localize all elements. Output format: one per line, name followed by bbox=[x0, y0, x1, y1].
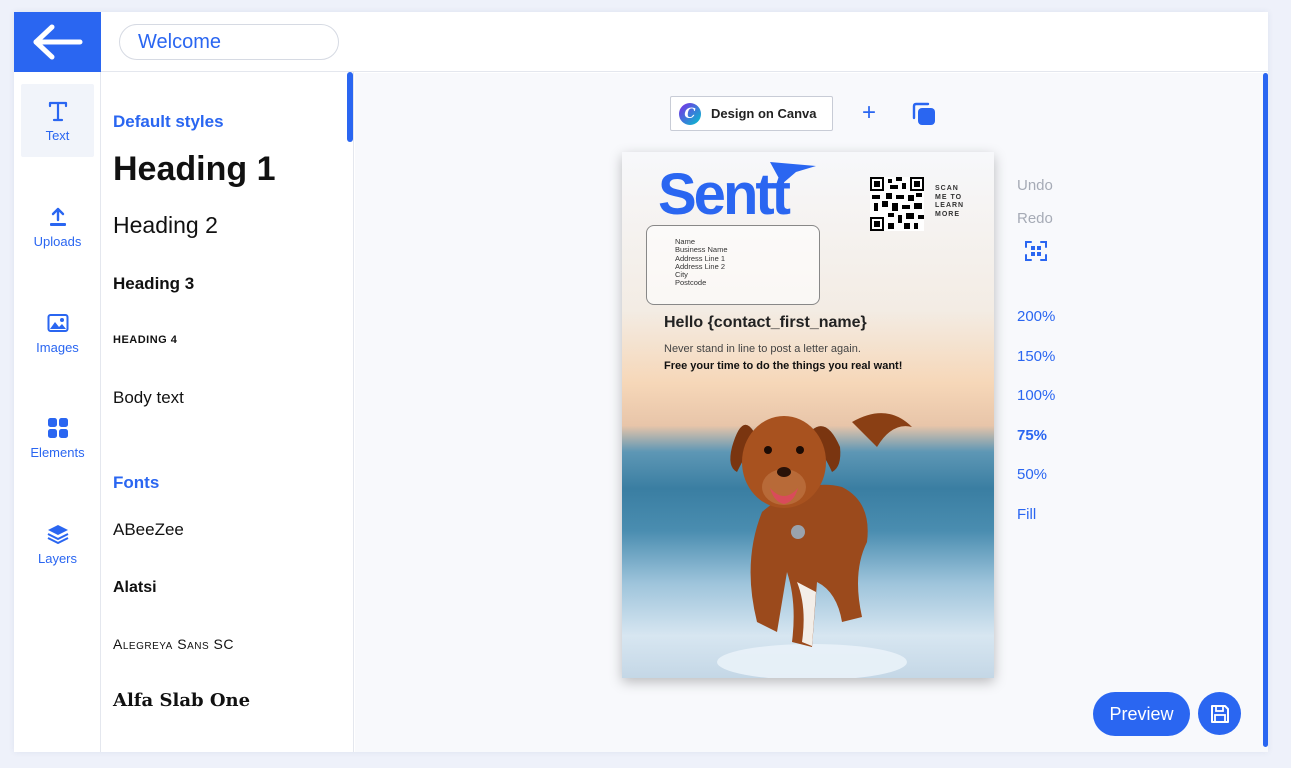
text-styles-panel: Default styles Heading 1 Heading 2 Headi… bbox=[102, 72, 354, 752]
address-line: Address Line 2 bbox=[675, 261, 726, 271]
fit-screen-button[interactable] bbox=[1024, 240, 1048, 266]
canva-button-label: Design on Canva bbox=[711, 106, 817, 121]
design-on-canva-button[interactable]: C Design on Canva bbox=[670, 96, 833, 131]
zoom-50[interactable]: 50% bbox=[1017, 466, 1047, 483]
address-line bbox=[675, 230, 819, 238]
scan-line: MORE bbox=[935, 210, 960, 218]
copy-icon bbox=[912, 102, 935, 125]
canvas-scrollbar[interactable] bbox=[1263, 73, 1268, 747]
address-line: Postcode bbox=[675, 278, 707, 288]
nav-label: Images bbox=[36, 340, 79, 355]
nav-item-uploads[interactable]: Uploads bbox=[21, 190, 94, 263]
image-icon bbox=[47, 310, 69, 336]
upload-icon bbox=[48, 204, 68, 230]
save-icon bbox=[1210, 704, 1229, 723]
nav-label: Uploads bbox=[33, 234, 82, 249]
left-nav: Text Uploads Images Elements Layers bbox=[14, 72, 101, 752]
nav-item-images[interactable]: Images bbox=[21, 296, 94, 369]
nav-item-elements[interactable]: Elements bbox=[21, 401, 94, 474]
save-button[interactable] bbox=[1198, 692, 1241, 735]
back-button[interactable] bbox=[14, 12, 101, 72]
font-item[interactable]: ABeeZee bbox=[113, 520, 184, 540]
nav-label: Elements bbox=[30, 445, 85, 460]
design-canvas: C Design on Canva + Sentt SCAN ME TO LEA… bbox=[355, 73, 1268, 752]
body-line-1[interactable]: Never stand in line to post a letter aga… bbox=[664, 343, 861, 355]
nav-item-text[interactable]: Text bbox=[21, 84, 94, 157]
flag-icon bbox=[770, 162, 816, 184]
canva-logo-icon: C bbox=[679, 102, 701, 125]
qr-code[interactable] bbox=[870, 177, 924, 231]
style-heading-4[interactable]: HEADING 4 bbox=[113, 334, 177, 346]
style-heading-1[interactable]: Heading 1 bbox=[113, 150, 275, 189]
zoom-150[interactable]: 150% bbox=[1017, 348, 1055, 365]
scan-line: ME TO bbox=[935, 193, 963, 201]
style-heading-2[interactable]: Heading 2 bbox=[113, 212, 218, 239]
add-page-button[interactable]: + bbox=[862, 101, 876, 125]
zoom-fill[interactable]: Fill bbox=[1017, 506, 1036, 523]
arrow-left-icon bbox=[33, 24, 82, 60]
postcard-design[interactable]: Sentt SCAN ME TO LEARN MORE Name Busines… bbox=[622, 152, 994, 678]
style-heading-3[interactable]: Heading 3 bbox=[113, 274, 194, 294]
nav-label: Text bbox=[45, 128, 70, 143]
font-item[interactable]: Alfa Slab One bbox=[113, 690, 250, 711]
font-item[interactable]: Alatsi bbox=[113, 579, 157, 597]
fonts-title: Fonts bbox=[113, 473, 160, 492]
panel-scrollbar[interactable] bbox=[347, 72, 353, 142]
grid-icon bbox=[47, 415, 69, 441]
zoom-75-active[interactable]: 75% bbox=[1017, 427, 1047, 444]
layers-icon bbox=[46, 521, 70, 547]
zoom-200[interactable]: 200% bbox=[1017, 308, 1055, 325]
undo-button[interactable]: Undo bbox=[1017, 177, 1053, 194]
font-item[interactable]: Alegreya Sans SC bbox=[113, 636, 234, 652]
editor-app: Text Uploads Images Elements Layers bbox=[14, 12, 1268, 752]
default-styles-title: Default styles bbox=[113, 112, 224, 131]
text-icon bbox=[48, 98, 68, 124]
preview-button[interactable]: Preview bbox=[1093, 692, 1190, 736]
scan-line: SCAN bbox=[935, 185, 959, 192]
nav-label: Layers bbox=[37, 551, 78, 566]
body-line-2[interactable]: Free your time to do the things you real… bbox=[664, 360, 902, 372]
top-bar bbox=[101, 12, 1268, 72]
design-title-input[interactable] bbox=[119, 24, 339, 60]
scan-caption: SCAN ME TO LEARN MORE bbox=[935, 185, 964, 219]
style-body-text[interactable]: Body text bbox=[113, 388, 184, 408]
duplicate-page-button[interactable] bbox=[911, 101, 937, 132]
address-block[interactable]: Name Business Name Address Line 1 Addres… bbox=[646, 225, 820, 305]
redo-button[interactable]: Redo bbox=[1017, 210, 1053, 227]
zoom-100[interactable]: 100% bbox=[1017, 387, 1055, 404]
scan-line: LEARN bbox=[935, 202, 965, 209]
scan-frame-icon bbox=[1025, 241, 1047, 261]
greeting-text[interactable]: Hello {contact_first_name} bbox=[664, 314, 867, 332]
dog-photo[interactable] bbox=[702, 392, 942, 678]
nav-item-layers[interactable]: Layers bbox=[21, 507, 94, 580]
